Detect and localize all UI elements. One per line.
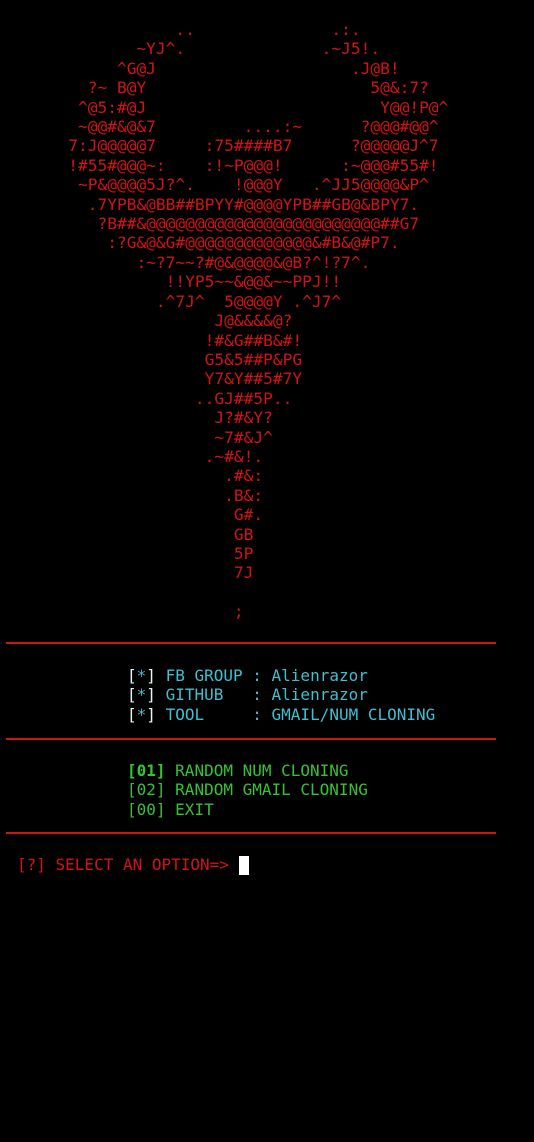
- info-value: GMAIL/NUM CLONING: [271, 704, 436, 724]
- bracket-open: [: [127, 685, 137, 705]
- star-icon: *: [136, 685, 147, 705]
- info-label: FB GROUP: [165, 666, 243, 685]
- option-code: [02]: [127, 780, 166, 800]
- text-cursor[interactable]: [238, 855, 249, 875]
- bracket-open: [: [127, 666, 137, 685]
- option-code: [01]: [127, 761, 166, 780]
- info-line-tool: [*] TOOL : GMAIL/NUM CLONING: [127, 705, 435, 724]
- menu-option-random-gmail-cloning[interactable]: [02] RANDOM GMAIL CLONING: [127, 780, 368, 799]
- divider-line: [6, 738, 496, 740]
- divider-line: [6, 832, 496, 834]
- option-label: RANDOM GMAIL CLONING: [175, 780, 368, 800]
- star-icon: *: [136, 704, 147, 724]
- info-line-fb-group: [*] FB GROUP : Alienrazor: [127, 666, 435, 685]
- prompt-text: [?] SELECT AN OPTION=>: [17, 855, 229, 875]
- info-value: Alienrazor: [271, 685, 368, 705]
- info-separator: :: [242, 666, 272, 685]
- ascii-art-banner: .. .:. ~YJ^. .~J5!. ^G@J .J@B! ?~ B@Y 5@…: [68, 20, 449, 622]
- info-value: Alienrazor: [271, 666, 368, 685]
- info-label: TOOL: [165, 704, 243, 724]
- info-label: GITHUB: [165, 685, 243, 705]
- info-block: [*] FB GROUP : Alienrazor [*] GITHUB : A…: [127, 666, 435, 724]
- star-icon: *: [136, 666, 147, 685]
- menu-options: [01] RANDOM NUM CLONING [02] RANDOM GMAI…: [127, 761, 368, 819]
- info-separator: :: [242, 704, 272, 724]
- bracket-close: ]: [146, 666, 156, 685]
- bracket-close: ]: [146, 685, 156, 705]
- bracket-open: [: [127, 704, 137, 724]
- option-code: [00]: [127, 799, 166, 819]
- bracket-close: ]: [146, 704, 156, 724]
- menu-option-exit[interactable]: [00] EXIT: [127, 800, 368, 819]
- terminal-window: .. .:. ~YJ^. .~J5!. ^G@J .J@B! ?~ B@Y 5@…: [0, 0, 534, 1142]
- command-prompt[interactable]: [?] SELECT AN OPTION=>: [17, 855, 249, 875]
- option-label: EXIT: [175, 799, 214, 819]
- divider-line: [6, 642, 496, 644]
- info-separator: :: [242, 685, 272, 705]
- info-line-github: [*] GITHUB : Alienrazor: [127, 685, 435, 704]
- menu-option-random-num-cloning[interactable]: [01] RANDOM NUM CLONING: [127, 761, 368, 780]
- option-label: RANDOM NUM CLONING: [175, 761, 349, 780]
